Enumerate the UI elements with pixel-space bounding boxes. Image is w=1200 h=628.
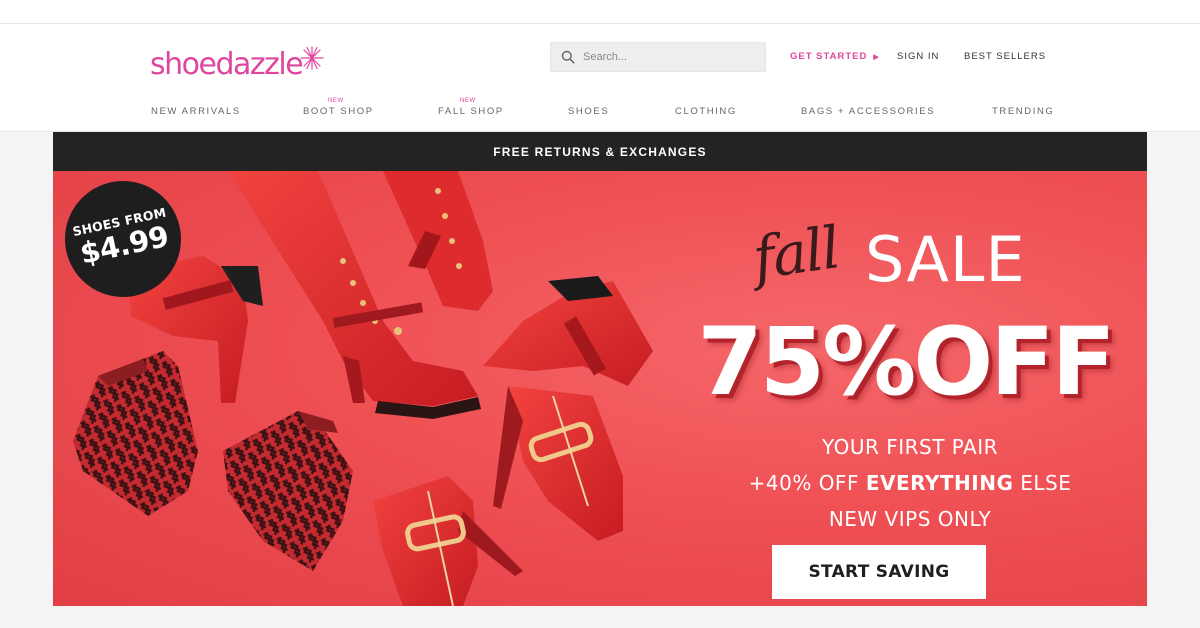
fall-script-text: fall xyxy=(748,213,843,293)
nav-clothing[interactable]: CLOTHING xyxy=(675,106,737,117)
nav-new-badge: NEW xyxy=(460,98,476,104)
offer-line-3: NEW VIPS ONLY xyxy=(828,507,992,531)
main-nav: NEW ARRIVALS NEW BOOT SHOP NEW FALL SHOP… xyxy=(0,96,1200,126)
nav-new-arrivals[interactable]: NEW ARRIVALS xyxy=(151,106,241,117)
nav-bags-accessories[interactable]: BAGS + ACCESSORIES xyxy=(801,106,935,117)
sparkle-icon xyxy=(300,46,324,70)
best-sellers-link[interactable]: BEST SELLERS xyxy=(964,51,1046,62)
patterned-booties xyxy=(73,351,353,571)
boot-upper xyxy=(383,171,493,311)
sale-word: SALE xyxy=(865,223,1026,296)
search-input[interactable] xyxy=(583,51,753,63)
nav-new-badge: NEW xyxy=(328,98,344,104)
logo[interactable]: shoedazzle xyxy=(150,46,324,86)
nav-fall-shop[interactable]: FALL SHOP xyxy=(438,106,504,117)
start-saving-button[interactable]: START SAVING xyxy=(772,545,986,599)
nav-trending[interactable]: TRENDING xyxy=(992,106,1054,117)
logo-text: shoedazzle xyxy=(150,47,304,82)
promo-text: FREE RETURNS & EXCHANGES xyxy=(493,144,707,159)
get-started-link[interactable]: GET STARTED ▶ xyxy=(790,51,880,62)
offer-line-2-prefix: +40% OFF xyxy=(748,471,866,495)
sign-in-link[interactable]: SIGN IN xyxy=(897,51,939,62)
offer-line-2-bold: EVERYTHING xyxy=(865,471,1014,495)
ankle-boot-right xyxy=(483,276,653,386)
site-header: shoedazzle GET STARTED ▶ SIGN IN BEST SE… xyxy=(0,24,1200,132)
headline-discount: 75%OFF xyxy=(697,308,1115,417)
offer-line-2: +40% OFF EVERYTHING ELSE xyxy=(675,471,1145,495)
nav-boot-shop[interactable]: BOOT SHOP xyxy=(303,106,374,117)
buckle-booties xyxy=(373,386,623,606)
offer-line-2-suffix: ELSE xyxy=(1013,471,1072,495)
search-icon xyxy=(561,50,575,64)
caret-right-icon: ▶ xyxy=(873,53,880,61)
hero-banner[interactable]: SHOES FROM $4.99 fall SALE 75%OFF YOUR F… xyxy=(53,171,1147,606)
get-started-label: GET STARTED xyxy=(790,51,868,62)
offer-line-1: YOUR FIRST PAIR xyxy=(821,435,999,459)
promo-bar[interactable]: FREE RETURNS & EXCHANGES xyxy=(53,132,1147,171)
nav-shoes[interactable]: SHOES xyxy=(568,106,609,117)
top-strip xyxy=(0,0,1200,24)
search-box[interactable] xyxy=(550,42,766,72)
